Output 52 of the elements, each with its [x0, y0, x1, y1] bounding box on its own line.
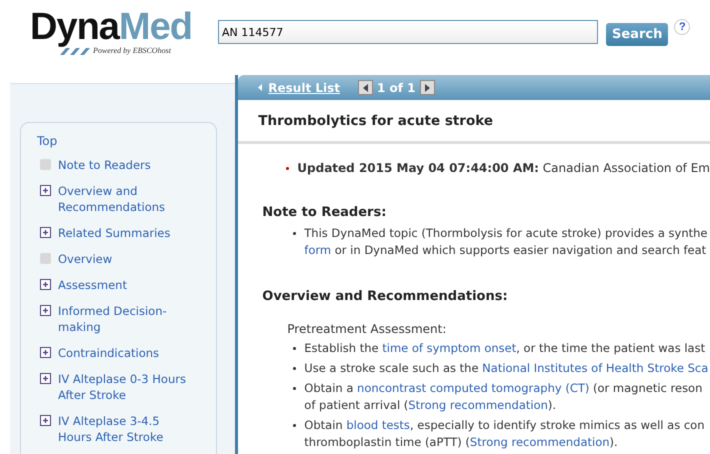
- outline-link[interactable]: Related Summaries: [58, 225, 170, 241]
- square-icon: [40, 159, 51, 170]
- subsection-heading: Pretreatment Assessment:: [287, 322, 448, 336]
- bullet-icon: [293, 232, 296, 235]
- bullet-text: Obtain a noncontrast computed tomography (CT) (or magnetic reson of patient arrival (Strong recommendation).: [304, 380, 702, 414]
- outline-link[interactable]: IV Alteplase 0-3 Hours After Stroke: [58, 371, 193, 403]
- expand-icon[interactable]: [40, 305, 51, 316]
- outline-link[interactable]: Contraindications: [58, 345, 160, 361]
- update-note: Updated 2015 May 04 07:44:00 AM: Canadian Association of Em: [297, 161, 710, 175]
- expand-icon[interactable]: [40, 279, 51, 290]
- outline-link[interactable]: Overview: [58, 251, 112, 267]
- text-link[interactable]: noncontrast computed tomography (CT): [357, 381, 590, 395]
- bullet-icon: [293, 387, 296, 390]
- page-counter: 1 of 1: [377, 80, 416, 94]
- search-button[interactable]: Search: [606, 23, 668, 46]
- text-link[interactable]: blood tests: [346, 418, 410, 432]
- bullet-text: Use a stroke scale such as the National Institutes of Health Stroke Sca: [304, 360, 708, 377]
- bullet-icon: [293, 367, 296, 370]
- expand-icon[interactable]: [40, 373, 51, 384]
- outline-link[interactable]: IV Alteplase 3-4.5 Hours After Stroke: [58, 413, 193, 445]
- article-title: Thrombolytics for acute stroke: [238, 100, 710, 144]
- text-link[interactable]: National Institutes of Health Stroke Sca: [482, 361, 708, 375]
- previous-button[interactable]: [358, 80, 374, 95]
- caret-right-icon: [424, 84, 430, 92]
- text-link[interactable]: Strong recommendation: [470, 435, 610, 449]
- expand-icon[interactable]: [40, 227, 51, 238]
- bullet-icon: [293, 347, 296, 350]
- text-link[interactable]: form: [304, 243, 332, 257]
- expand-icon[interactable]: [40, 185, 51, 196]
- outline-link[interactable]: Informed Decision-making: [58, 303, 193, 335]
- help-button[interactable]: ?: [674, 19, 690, 35]
- outline-link[interactable]: Note to Readers: [58, 157, 151, 173]
- bullet-text: This DynaMed topic (Thormbolysis for acute stroke) provides a synthe form or in DynaMed which supports easier navigation and search feat: [304, 225, 708, 259]
- text-link[interactable]: time of symptom onset: [382, 341, 516, 355]
- section-heading: Overview and Recommendations:: [262, 289, 509, 304]
- bullet-text: Obtain blood tests, especially to identify stroke mimics as well as con thromboplastin time (aPTT) (Strong recommendation).: [304, 417, 704, 451]
- top-link[interactable]: Top: [37, 134, 210, 148]
- section-heading: Note to Readers:: [262, 205, 388, 220]
- bullet-text: Establish the time of symptom onset, or the time the patient was last: [304, 340, 706, 357]
- logo[interactable]: DynaMed Powered by EBSCOhost: [30, 8, 208, 55]
- next-button[interactable]: [420, 80, 435, 95]
- caret-left-icon: [363, 84, 368, 92]
- expand-icon[interactable]: [40, 347, 51, 358]
- caret-left-icon: [258, 84, 262, 91]
- bullet-icon: [286, 166, 290, 170]
- bullet-icon: [293, 424, 296, 427]
- search-field[interactable]: AN 114577: [218, 20, 598, 44]
- outline-link[interactable]: Assessment: [58, 277, 127, 293]
- text-link[interactable]: Strong recommendation: [408, 398, 548, 412]
- expand-icon[interactable]: [40, 415, 51, 426]
- outline-link[interactable]: Overview and Recommendations: [58, 183, 193, 215]
- square-icon: [40, 253, 51, 264]
